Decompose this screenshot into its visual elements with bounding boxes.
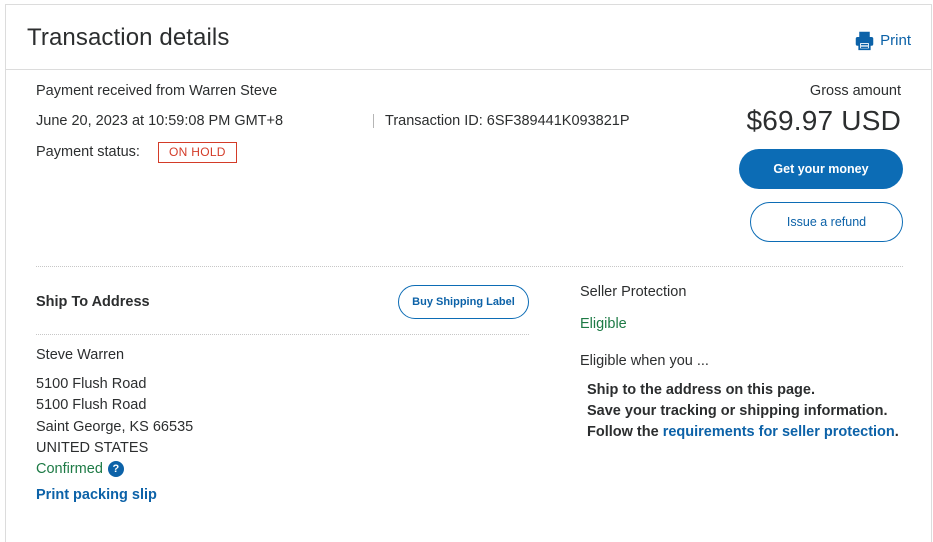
card-header: Transaction details Print [6, 5, 931, 70]
status-badge: ON HOLD [158, 142, 237, 163]
print-packing-slip-link[interactable]: Print packing slip [36, 487, 157, 503]
ship-to-title: Ship To Address [36, 294, 150, 310]
section-divider [36, 266, 903, 267]
address-line: 5100 Flush Road [36, 397, 147, 413]
seller-protection-title: Seller Protection [580, 284, 687, 300]
print-link[interactable]: Print [854, 30, 911, 51]
page-title: Transaction details [27, 24, 230, 51]
printer-icon [855, 31, 874, 51]
ship-to-name: Steve Warren [36, 347, 125, 363]
transaction-datetime: June 20, 2023 at 10:59:08 PM GMT+8 [36, 113, 284, 129]
issue-refund-button[interactable]: Issue a refund [750, 202, 903, 242]
ship-divider [36, 334, 529, 335]
requirement-item: Ship to the address on this page. [587, 382, 815, 398]
print-label: Print [880, 32, 911, 49]
eligible-when-label: Eligible when you ... [580, 353, 709, 369]
seller-protection-status: Eligible [580, 316, 627, 332]
address-line: 5100 Flush Road [36, 376, 147, 392]
requirement-item: Save your tracking or shipping informati… [587, 403, 888, 419]
requirement-item: Follow the requirements for seller prote… [587, 424, 899, 440]
vertical-divider [373, 114, 374, 128]
get-your-money-button[interactable]: Get your money [739, 149, 903, 189]
confirmed-label: Confirmed [36, 461, 103, 477]
buy-shipping-label-button[interactable]: Buy Shipping Label [398, 285, 529, 319]
address-confirmed: Confirmed? [36, 461, 124, 477]
transaction-id: Transaction ID: 6SF389441K093821P [385, 113, 630, 129]
address-line: Saint George, KS 66535 [36, 419, 194, 435]
transaction-card: Transaction details Print Payment receiv… [5, 4, 932, 542]
payment-received-from: Payment received from Warren Steve [36, 83, 278, 99]
requirement-suffix: . [894, 424, 899, 440]
seller-protection-requirements-link[interactable]: requirements for seller protection [663, 424, 895, 440]
gross-amount-value: $69.97 USD [746, 105, 901, 136]
payment-status-label: Payment status: [36, 144, 140, 160]
address-line: UNITED STATES [36, 440, 149, 456]
gross-amount-label: Gross amount [809, 83, 901, 99]
requirement-prefix: Follow the [587, 424, 663, 440]
help-icon[interactable]: ? [107, 461, 124, 477]
